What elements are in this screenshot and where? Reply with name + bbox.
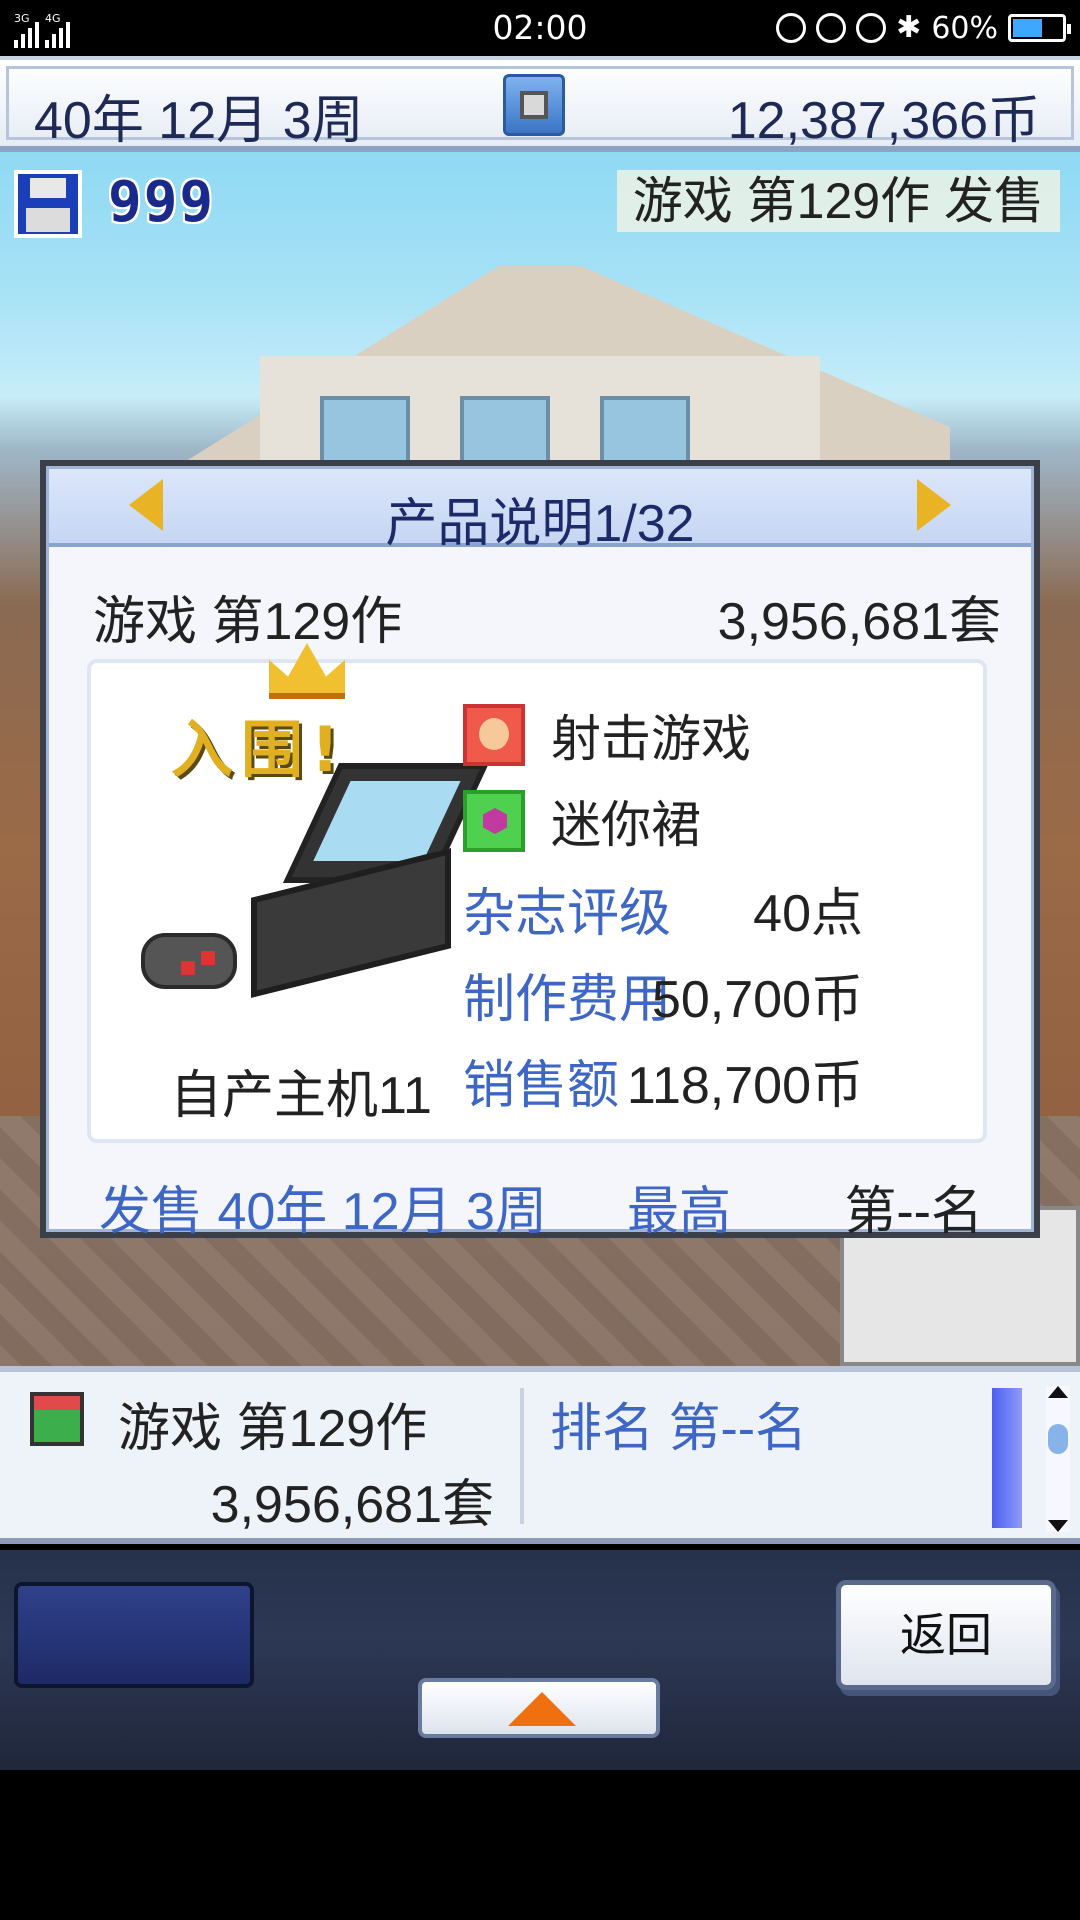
product-dialog: 产品说明1/32 游戏 第129作 3,956,681套 入围! 自产主机11 …	[40, 460, 1040, 1241]
scroll-down-icon[interactable]	[1048, 1520, 1068, 1532]
sales-list: 游戏 第129作 3,956,681套 排名 第--名	[0, 1366, 1080, 1544]
product-info-box: 入围! 自产主机11 射击游戏 迷你裙 杂志评级 40点 制作费用 50,700…	[87, 643, 987, 1143]
alarm-icon	[856, 13, 887, 43]
floppy-disk-icon	[14, 170, 82, 238]
stat-production-cost: 制作费用 50,700币	[463, 957, 863, 1029]
theme-icon	[463, 790, 525, 852]
list-item-units: 3,956,681套	[210, 1476, 494, 1534]
rotation-lock-icon	[816, 13, 847, 43]
stat-revenue: 销售额 118,700币	[463, 1043, 863, 1115]
dialog-header: 产品说明1/32	[49, 469, 1031, 553]
stat-label: 制作费用	[463, 971, 672, 1029]
stat-value: 40点	[753, 885, 863, 943]
speed-toggle-icon	[520, 91, 548, 119]
best-rank-label: 最高	[627, 1183, 732, 1241]
theme-label: 迷你裙	[551, 797, 701, 853]
speed-toggle-button[interactable]	[503, 74, 565, 136]
stat-value: 50,700币	[651, 971, 863, 1029]
mute-icon	[776, 13, 807, 43]
left-panel-button[interactable]	[14, 1582, 254, 1688]
dialog-title: 产品说明1/32	[385, 495, 695, 553]
arrow-up-icon	[508, 1692, 576, 1726]
stat-label: 销售额	[463, 1057, 620, 1115]
sales-bar	[992, 1388, 1022, 1528]
expand-up-button[interactable]	[418, 1678, 660, 1738]
genre-label: 射击游戏	[551, 711, 751, 767]
arrow-right-icon[interactable]	[917, 479, 951, 531]
units-sold: 3,956,681套	[717, 593, 1001, 651]
system-icons: ✱ 60%	[776, 8, 1071, 48]
stat-label: 杂志评级	[463, 885, 672, 943]
money-display: 12,387,366币	[727, 92, 1040, 150]
status-bar: 3G 4G 02:00 ✱ 60%	[0, 0, 1080, 56]
scroll-up-icon[interactable]	[1048, 1386, 1068, 1398]
platform-name: 自产主机11	[170, 1067, 432, 1125]
divider	[520, 1388, 524, 1524]
battery-percent: 60%	[931, 10, 998, 46]
bluetooth-icon: ✱	[896, 10, 922, 45]
back-button[interactable]: 返回	[836, 1580, 1056, 1690]
game-title: 游戏 第129作	[93, 593, 403, 651]
release-date: 发售 40年 12月 3周	[99, 1183, 547, 1241]
scroll-thumb[interactable]	[1048, 1424, 1068, 1454]
genre-icon	[463, 704, 525, 766]
game-date: 40年 12月 3周	[34, 92, 364, 150]
stat-magazine-rating: 杂志评级 40点	[463, 871, 863, 943]
top-info-bar: 40年 12月 3周 12,387,366币	[0, 56, 1080, 152]
save-count: 999	[108, 170, 216, 235]
best-rank-value: 第--名	[844, 1183, 983, 1241]
news-ticker: 游戏 第129作 发售	[616, 170, 1060, 232]
scrollbar[interactable]	[1046, 1386, 1070, 1532]
battery-icon	[1008, 14, 1071, 42]
console-image	[231, 763, 491, 1003]
list-item-rank: 排名 第--名	[550, 1400, 808, 1458]
genre-row: 射击游戏	[463, 699, 751, 771]
gamepad-icon	[141, 933, 237, 989]
stat-value: 118,700币	[626, 1057, 863, 1115]
list-item-name: 游戏 第129作	[118, 1400, 428, 1458]
bottom-controls: 返回	[0, 1550, 1080, 1770]
theme-row: 迷你裙	[463, 785, 701, 857]
game-thumbnail-icon	[30, 1392, 84, 1446]
